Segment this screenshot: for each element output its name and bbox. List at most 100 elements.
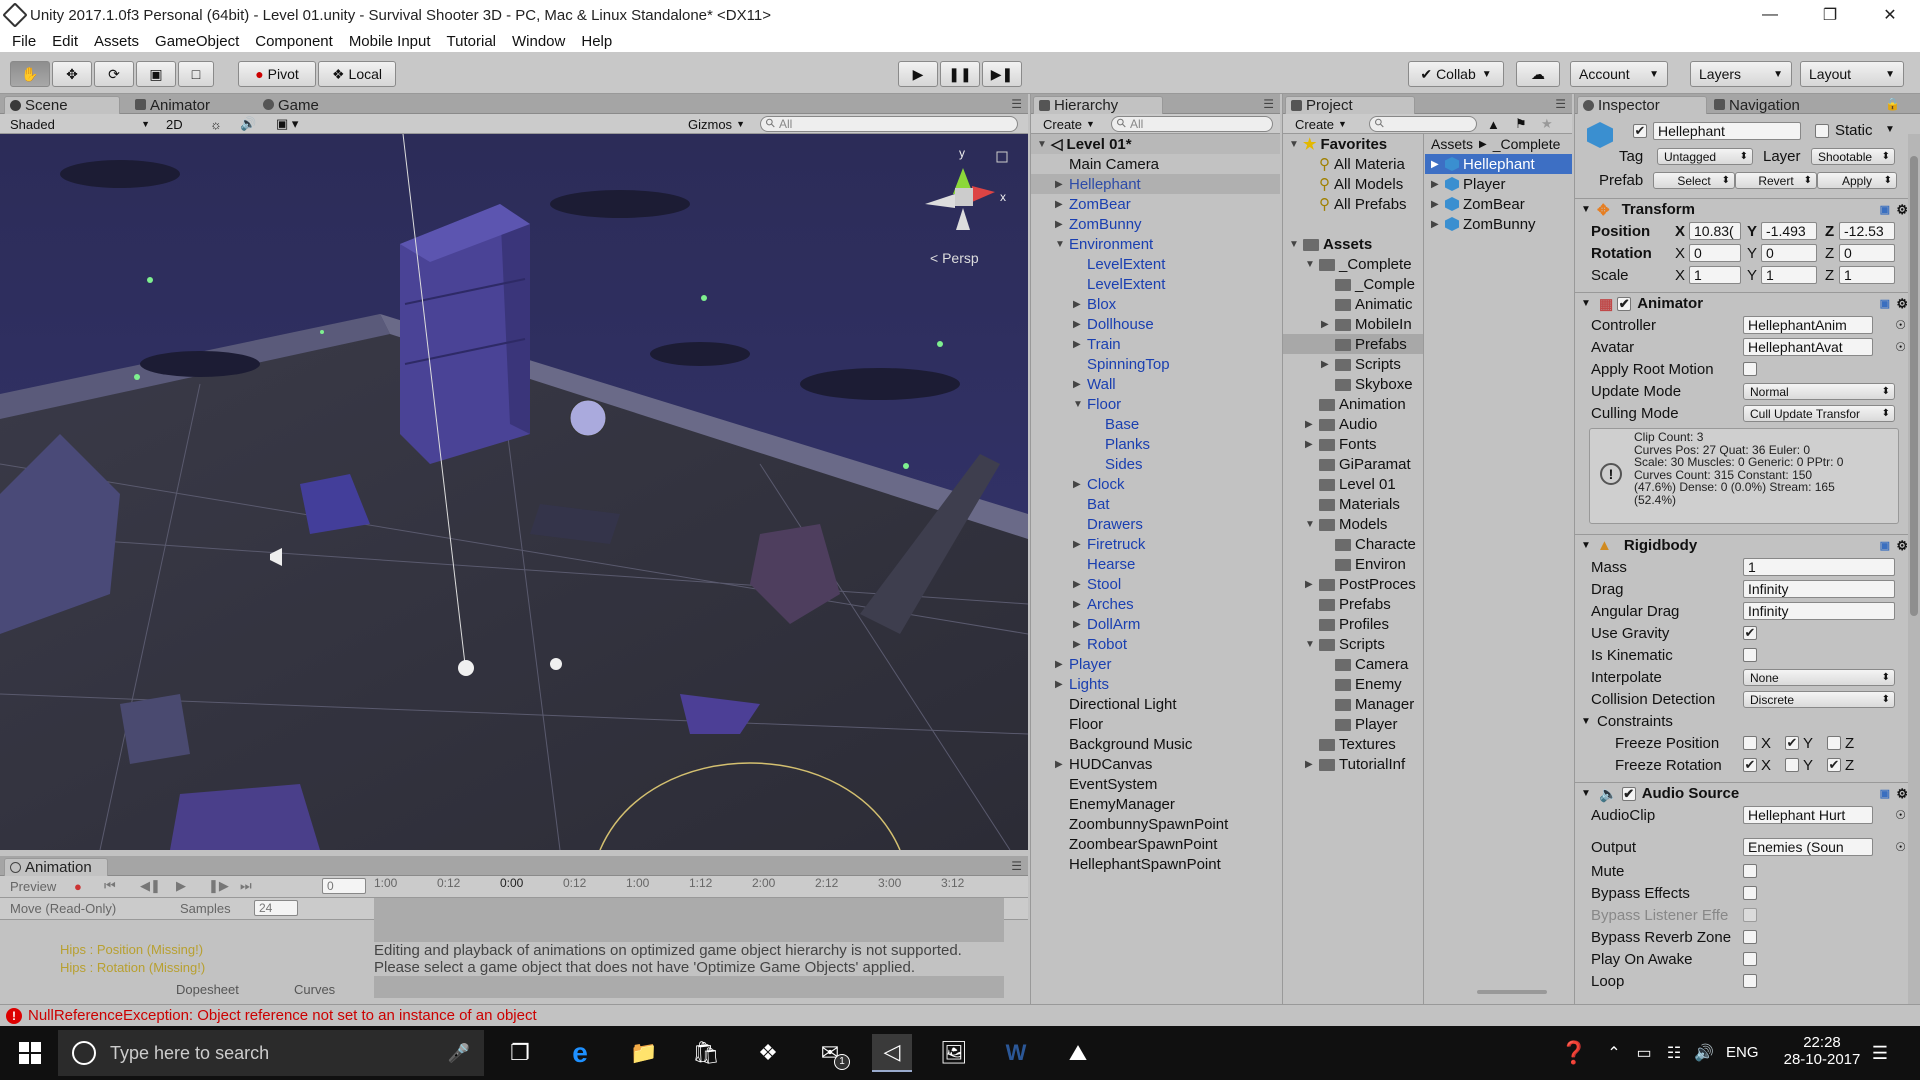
hierarchy-item[interactable]: Drawers [1031,514,1280,534]
store-icon[interactable]: 🛍 [686,1034,726,1072]
project-folder[interactable]: Materials [1283,494,1423,514]
hierarchy-item[interactable]: HellephantSpawnPoint [1031,854,1280,874]
position-x-input[interactable]: 10.83( [1689,222,1741,240]
collision-dropdown[interactable]: Discrete [1743,691,1895,708]
rigidbody-header[interactable]: ▼ ▲ Rigidbody ▣ ⚙ [1575,534,1920,556]
position-y-input[interactable]: -1.493 [1761,222,1817,240]
object-picker-icon[interactable]: ☉ [1895,318,1906,332]
asset-item[interactable]: ▶ ZomBear [1425,194,1572,214]
menu-gameobject[interactable]: GameObject [147,33,247,50]
scale-y-input[interactable]: 1 [1761,266,1817,284]
panel-menu-icon[interactable]: ☰ [1263,97,1274,111]
tab-inspector[interactable]: Inspector [1577,96,1707,114]
constraints-row[interactable]: ▼ Constraints [1575,710,1920,732]
dropbox-icon[interactable]: ❖ [748,1034,788,1072]
drag-input[interactable]: Infinity [1743,580,1895,598]
hierarchy-item[interactable]: ▼ Environment [1031,234,1280,254]
project-create-button[interactable]: Create ▼ [1295,116,1347,132]
apply-root-checkbox[interactable] [1743,362,1757,376]
expand-arrow-icon[interactable]: ▶ [1073,619,1087,630]
project-folder[interactable]: Animation [1283,394,1423,414]
tab-navigation[interactable]: Navigation [1709,96,1859,114]
restore-button[interactable]: ❐ [1800,0,1860,30]
layer-dropdown[interactable]: Shootable [1811,148,1895,165]
record-icon[interactable]: ● [74,878,82,894]
shading-dropdown[interactable]: Shaded ▼ [10,116,152,132]
pivot-button[interactable]: ● Pivot [238,61,316,87]
hierarchy-item[interactable]: ▶ Clock [1031,474,1280,494]
effects-toggle-icon[interactable]: ▣ ▾ [276,116,298,132]
expand-arrow-icon[interactable]: ▶ [1073,319,1087,330]
favorite-item[interactable]: ⚲ All Prefabs [1319,194,1407,214]
prefab-select-button[interactable]: Select [1653,172,1735,189]
freeze-pos-x-checkbox[interactable] [1743,736,1757,750]
static-checkbox[interactable] [1815,124,1829,138]
photos-icon[interactable]: ⛰ [1058,1034,1098,1072]
expand-arrow-icon[interactable]: ▶ [1055,219,1069,230]
hierarchy-item[interactable]: Sides [1031,454,1280,474]
expand-arrow-icon[interactable]: ▶ [1305,419,1319,430]
next-frame-icon[interactable]: ❚▶ [208,878,229,894]
hierarchy-item[interactable]: Bat [1031,494,1280,514]
tab-game[interactable]: Game [258,96,348,114]
expand-arrow-icon[interactable]: ▶ [1073,599,1087,610]
project-folder[interactable]: Profiles [1283,614,1423,634]
freeze-pos-y-checkbox[interactable]: ✔ [1785,736,1799,750]
project-folder[interactable]: Prefabs [1283,334,1423,354]
menu-edit[interactable]: Edit [44,33,86,50]
tab-hierarchy[interactable]: Hierarchy [1033,96,1163,114]
interpolate-dropdown[interactable]: None [1743,669,1895,686]
update-mode-dropdown[interactable]: Normal [1743,383,1895,400]
scene-viewport[interactable]: y x < Persp [0,134,1028,850]
audio-clip-field[interactable]: Hellephant Hurt [1743,806,1873,824]
help-icon[interactable]: ▣ [1880,787,1890,800]
lighting-toggle-icon[interactable]: ☼ [210,116,222,132]
hierarchy-item[interactable]: ▶ Player [1031,654,1280,674]
output-field[interactable]: Enemies (Soun [1743,838,1873,856]
active-checkbox[interactable]: ✔ [1633,124,1647,138]
project-folder[interactable]: ▶ PostProces [1283,574,1423,594]
app-taskbar-icon[interactable]: 🖼 [934,1034,974,1072]
project-folder[interactable]: Camera [1283,654,1423,674]
freeze-pos-z-checkbox[interactable] [1827,736,1841,750]
expand-arrow-icon[interactable]: ▼ [1305,519,1319,530]
gear-icon[interactable]: ⚙ [1896,296,1908,312]
hierarchy-item[interactable]: ▶ ZomBear [1031,194,1280,214]
timeline-ruler[interactable]: 1:00 0:12 0:00 0:12 1:00 1:12 2:00 2:12 … [374,876,1004,898]
play-button[interactable]: ▶ [898,61,938,87]
project-folder[interactable]: Player [1283,714,1423,734]
object-name-input[interactable]: Hellephant [1653,122,1801,140]
hierarchy-item[interactable]: ▶ Arches [1031,594,1280,614]
mass-input[interactable]: 1 [1743,558,1895,576]
scrollbar-thumb[interactable] [1910,156,1918,616]
expand-arrow-icon[interactable]: ▶ [1305,759,1319,770]
pause-button[interactable]: ❚❚ [940,61,980,87]
last-frame-icon[interactable]: ⏭ [240,878,252,894]
prefab-apply-button[interactable]: Apply [1817,172,1897,189]
file-explorer-icon[interactable]: 📁 [624,1034,664,1072]
audio-source-header[interactable]: ▼ 🔈 ✔ Audio Source ▣ ⚙ [1575,782,1920,804]
assets-root[interactable]: ▼ Assets [1289,234,1372,254]
move-tool-button[interactable]: ✥ [52,61,92,87]
expand-arrow-icon[interactable]: ▶ [1055,199,1069,210]
object-picker-icon[interactable]: ☉ [1895,840,1906,854]
task-view-icon[interactable]: ❐ [500,1034,540,1072]
bypass-reverb-checkbox[interactable] [1743,930,1757,944]
volume-icon[interactable]: 🔊 [1684,1034,1724,1072]
hierarchy-item[interactable]: EnemyManager [1031,794,1280,814]
frame-input[interactable]: 0 [322,878,366,894]
project-folder[interactable]: ▶ TutorialInf [1283,754,1423,774]
unity-taskbar-icon[interactable]: ◁ [872,1034,912,1072]
hierarchy-item[interactable]: ▶ Lights [1031,674,1280,694]
hierarchy-item[interactable]: Hearse [1031,554,1280,574]
hierarchy-item[interactable]: ▶ Dollhouse [1031,314,1280,334]
play-awake-checkbox[interactable] [1743,952,1757,966]
play-anim-icon[interactable]: ▶ [176,878,186,894]
breadcrumb-item[interactable]: _Complete [1493,136,1561,152]
hierarchy-item[interactable]: ▶ Blox [1031,294,1280,314]
word-icon[interactable]: W [996,1034,1036,1072]
hierarchy-item[interactable]: ▶ Robot [1031,634,1280,654]
asset-item[interactable]: ▶ ZomBunny [1425,214,1572,234]
animator-header[interactable]: ▼ ▦ ✔ Animator ▣ ⚙ [1575,292,1920,314]
icon-size-slider[interactable] [1477,990,1547,994]
